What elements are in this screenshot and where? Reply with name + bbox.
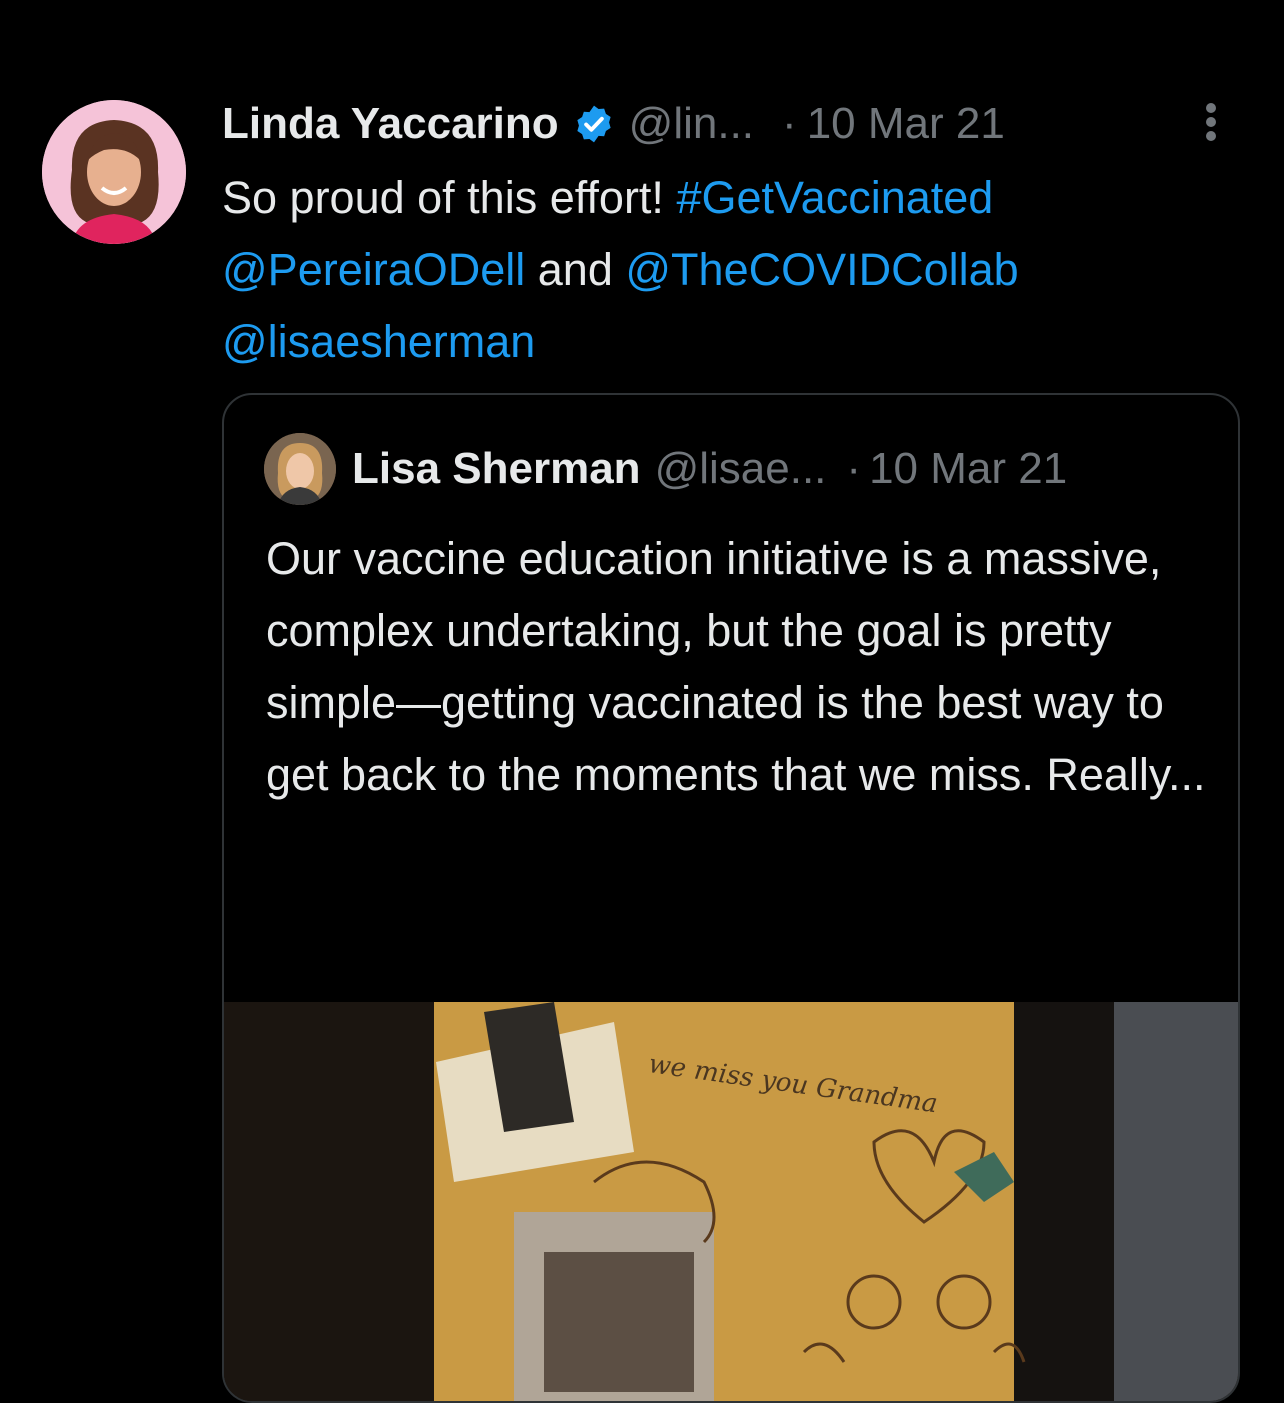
quoted-tweet-header: Lisa Sherman @lisae... · 10 Mar 21 [352, 439, 1067, 499]
quoted-tweet-media[interactable]: we miss you Grandma [224, 1002, 1238, 1401]
quoted-author-handle[interactable]: @lisae... [655, 444, 827, 494]
quoted-tweet-date[interactable]: 10 Mar 21 [869, 444, 1067, 494]
quoted-tweet-card[interactable]: Lisa Sherman @lisae... · 10 Mar 21 Our v… [222, 393, 1240, 1403]
author-name[interactable]: Linda Yaccarino [222, 99, 559, 149]
tweet-text: So proud of this effort! #GetVaccinated … [222, 162, 1222, 378]
author-avatar[interactable] [42, 100, 186, 244]
tweet-header: Linda Yaccarino @lin... · 10 Mar 21 [222, 92, 1222, 156]
author-handle[interactable]: @lin... [629, 99, 754, 149]
mention-link-lisaesherman[interactable]: @lisaesherman [222, 316, 535, 367]
separator-dot: · [782, 99, 797, 148]
quoted-author-avatar-image [264, 433, 336, 505]
mention-link-pereiraodell[interactable]: @PereiraODell [222, 244, 525, 295]
verified-badge-icon [577, 105, 611, 143]
tweet-text-part: So proud of this effort! [222, 172, 677, 223]
quoted-author-avatar[interactable] [264, 433, 336, 505]
quoted-author-name[interactable]: Lisa Sherman [352, 444, 641, 494]
tweet-date[interactable]: 10 Mar 21 [807, 99, 1005, 149]
author-avatar-image [42, 100, 186, 244]
hashtag-link[interactable]: #GetVaccinated [676, 172, 993, 223]
separator-dot: · [846, 444, 862, 493]
tweet-text-part: and [525, 244, 626, 295]
more-options-icon[interactable] [1196, 100, 1226, 144]
quoted-tweet-text: Our vaccine education initiative is a ma… [266, 533, 1206, 800]
media-image: we miss you Grandma [224, 1002, 1238, 1401]
mention-link-thecovidcollab[interactable]: @TheCOVIDCollab [625, 244, 1018, 295]
